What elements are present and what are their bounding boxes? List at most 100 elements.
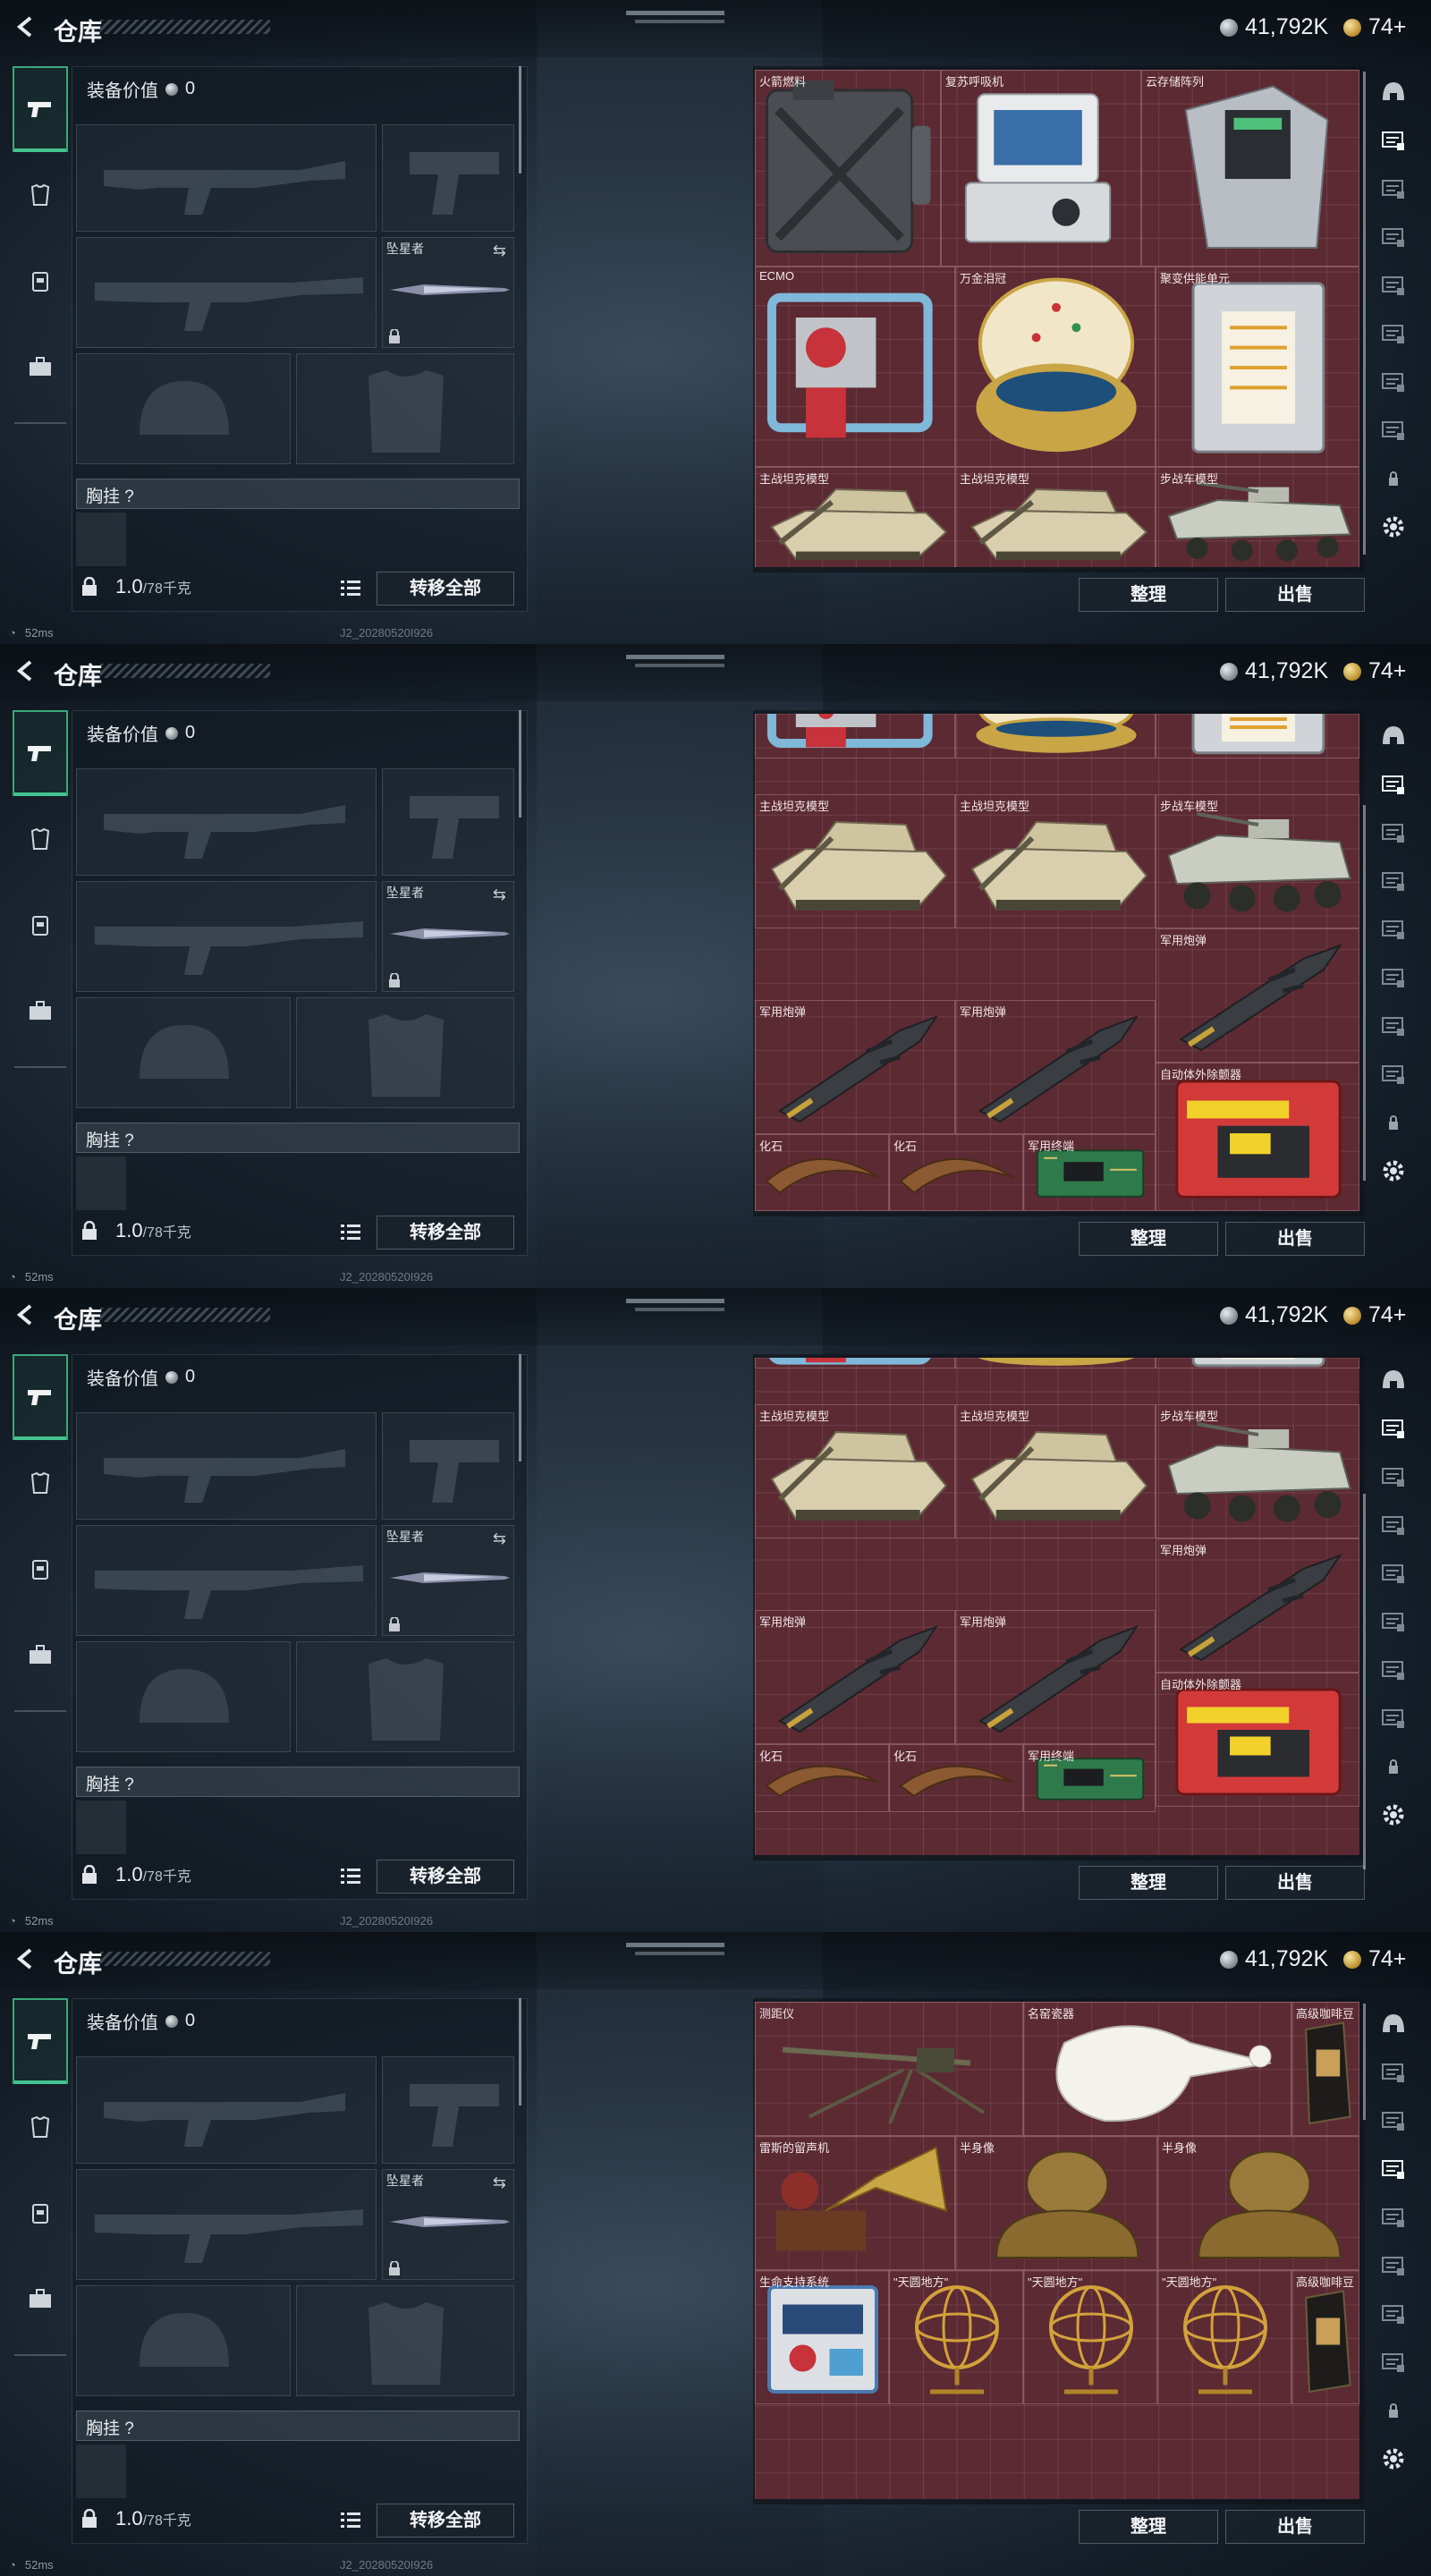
- back-arrow-icon[interactable]: [13, 1946, 38, 1971]
- stash-item-partial[interactable]: [755, 714, 955, 758]
- stash-item[interactable]: 军用炮弹: [955, 1000, 1156, 1134]
- stash-item[interactable]: 高级咖啡豆: [1291, 2002, 1359, 2136]
- stash-item[interactable]: 主战坦克模型: [955, 467, 1156, 567]
- chest-rig-header[interactable]: 胸挂 ?: [76, 1123, 520, 1153]
- stash-tab-5[interactable]: [1379, 320, 1408, 347]
- sort-button[interactable]: 整理: [1079, 578, 1218, 612]
- stash-tab-2[interactable]: [1379, 819, 1408, 846]
- gold-balance[interactable]: 74+: [1343, 14, 1406, 40]
- primary-weapon-slot[interactable]: [76, 124, 377, 232]
- sort-button[interactable]: 整理: [1079, 1222, 1218, 1256]
- swap-icon[interactable]: ⇆: [493, 242, 506, 260]
- nav-vest[interactable]: [13, 1526, 68, 1612]
- chest-rig-slot[interactable]: [76, 1801, 126, 1854]
- sell-button[interactable]: 出售: [1225, 578, 1365, 612]
- back-arrow-icon[interactable]: [13, 1302, 38, 1327]
- swap-icon[interactable]: ⇆: [493, 1530, 506, 1548]
- gold-balance[interactable]: 74+: [1343, 1946, 1406, 1972]
- settings-button[interactable]: [1379, 1157, 1408, 1184]
- nav-bag[interactable]: [13, 1612, 68, 1698]
- secondary-weapon-slot[interactable]: [76, 1525, 377, 1636]
- transfer-all-button[interactable]: 转移全部: [377, 572, 514, 606]
- stash-item[interactable]: 步战车模型: [1156, 794, 1359, 928]
- lock-icon[interactable]: [81, 1221, 97, 1241]
- stash-item[interactable]: 复苏呼吸机: [941, 70, 1141, 267]
- list-icon[interactable]: [341, 1867, 360, 1885]
- sell-button[interactable]: 出售: [1225, 2510, 1365, 2544]
- stash-scrollbar[interactable]: [1363, 72, 1366, 555]
- stash-item[interactable]: 名窑瓷器: [1023, 2002, 1291, 2136]
- stash-item[interactable]: 军用终端: [1023, 1134, 1156, 1211]
- stash-item[interactable]: 军用炮弹: [755, 1610, 955, 1744]
- transfer-all-button[interactable]: 转移全部: [377, 1216, 514, 1250]
- secondary-weapon-slot[interactable]: [76, 237, 377, 348]
- chest-rig-help[interactable]: ?: [124, 2419, 134, 2438]
- stash-tab-6[interactable]: [1379, 1657, 1408, 1683]
- stash-tab-2[interactable]: [1379, 2107, 1408, 2134]
- stash-item[interactable]: 自动体外除颤器: [1156, 1673, 1359, 1807]
- stash-item[interactable]: 步战车模型: [1156, 467, 1359, 567]
- stash-tab-1[interactable]: [1379, 1415, 1408, 1442]
- melee-slot[interactable]: 坠星者 ⇆: [382, 881, 514, 992]
- stash-item[interactable]: 主战坦克模型: [955, 1404, 1156, 1538]
- nav-weapons[interactable]: [13, 1998, 68, 2084]
- settings-button[interactable]: [1379, 513, 1408, 540]
- stash-tab-7[interactable]: [1379, 1705, 1408, 1732]
- nav-vest[interactable]: [13, 2170, 68, 2256]
- chest-rig-slot[interactable]: [76, 513, 126, 566]
- stash-item[interactable]: "天圆地方": [889, 2270, 1023, 2404]
- stash-item[interactable]: 化石: [889, 1744, 1023, 1812]
- helmet-slot[interactable]: [76, 1641, 291, 1752]
- helmet-slot[interactable]: [76, 353, 291, 464]
- stash-item[interactable]: 军用炮弹: [955, 1610, 1156, 1744]
- stash-item[interactable]: 主战坦克模型: [755, 1404, 955, 1538]
- sell-button[interactable]: 出售: [1225, 1866, 1365, 1900]
- nav-bag[interactable]: [13, 324, 68, 410]
- stash-tab-all[interactable]: [1379, 723, 1408, 750]
- stash-item[interactable]: 生命支持系统: [755, 2270, 889, 2404]
- stash-item[interactable]: 化石: [889, 1134, 1023, 1211]
- melee-slot[interactable]: 坠星者 ⇆: [382, 1525, 514, 1636]
- stash-item[interactable]: 高级咖啡豆: [1291, 2270, 1359, 2404]
- stash-item[interactable]: 云存储阵列: [1141, 70, 1359, 267]
- stash-tab-7[interactable]: [1379, 1061, 1408, 1088]
- chest-rig-help[interactable]: ?: [124, 1775, 134, 1794]
- stash-tab-4[interactable]: [1379, 2204, 1408, 2231]
- stash-item[interactable]: "天圆地方": [1023, 2270, 1157, 2404]
- stash-tab-all[interactable]: [1379, 1367, 1408, 1394]
- chest-rig-header[interactable]: 胸挂 ?: [76, 2411, 520, 2441]
- stash-tab-6[interactable]: [1379, 2301, 1408, 2327]
- stash-item[interactable]: 军用炮弹: [1156, 1538, 1359, 1673]
- stash-item[interactable]: 自动体外除颤器: [1156, 1063, 1359, 1211]
- equipment-scrollbar[interactable]: [519, 710, 521, 818]
- stash-lock[interactable]: [1379, 1753, 1408, 1780]
- chest-rig-help[interactable]: ?: [124, 1131, 134, 1150]
- lock-icon[interactable]: [81, 2509, 97, 2529]
- helmet-slot[interactable]: [76, 997, 291, 1108]
- sell-button[interactable]: 出售: [1225, 1222, 1365, 1256]
- nav-armor[interactable]: [13, 152, 68, 238]
- stash-tab-3[interactable]: [1379, 1512, 1408, 1538]
- stash-item-partial[interactable]: [955, 1358, 1156, 1368]
- stash-tab-1[interactable]: [1379, 771, 1408, 798]
- sort-button[interactable]: 整理: [1079, 1866, 1218, 1900]
- primary-weapon-slot[interactable]: [76, 1412, 377, 1520]
- settings-button[interactable]: [1379, 2445, 1408, 2472]
- sidearm-slot[interactable]: [382, 124, 514, 232]
- transfer-all-button[interactable]: 转移全部: [377, 1860, 514, 1894]
- stash-tab-2[interactable]: [1379, 175, 1408, 202]
- stash-item[interactable]: 主战坦克模型: [755, 794, 955, 928]
- chest-rig-help[interactable]: ?: [124, 487, 134, 506]
- stash-item-partial[interactable]: [955, 714, 1156, 758]
- stash-item[interactable]: 化石: [755, 1134, 889, 1211]
- stash-tab-3[interactable]: [1379, 868, 1408, 894]
- stash-tab-1[interactable]: [1379, 2059, 1408, 2086]
- armor-slot[interactable]: [296, 1641, 514, 1752]
- stash-item[interactable]: 测距仪: [755, 2002, 1023, 2136]
- gold-balance[interactable]: 74+: [1343, 1302, 1406, 1328]
- stash-tab-5[interactable]: [1379, 964, 1408, 991]
- melee-slot[interactable]: 坠星者 ⇆: [382, 237, 514, 348]
- stash-scrollbar[interactable]: [1363, 2004, 1366, 2120]
- sidearm-slot[interactable]: [382, 1412, 514, 1520]
- primary-weapon-slot[interactable]: [76, 768, 377, 876]
